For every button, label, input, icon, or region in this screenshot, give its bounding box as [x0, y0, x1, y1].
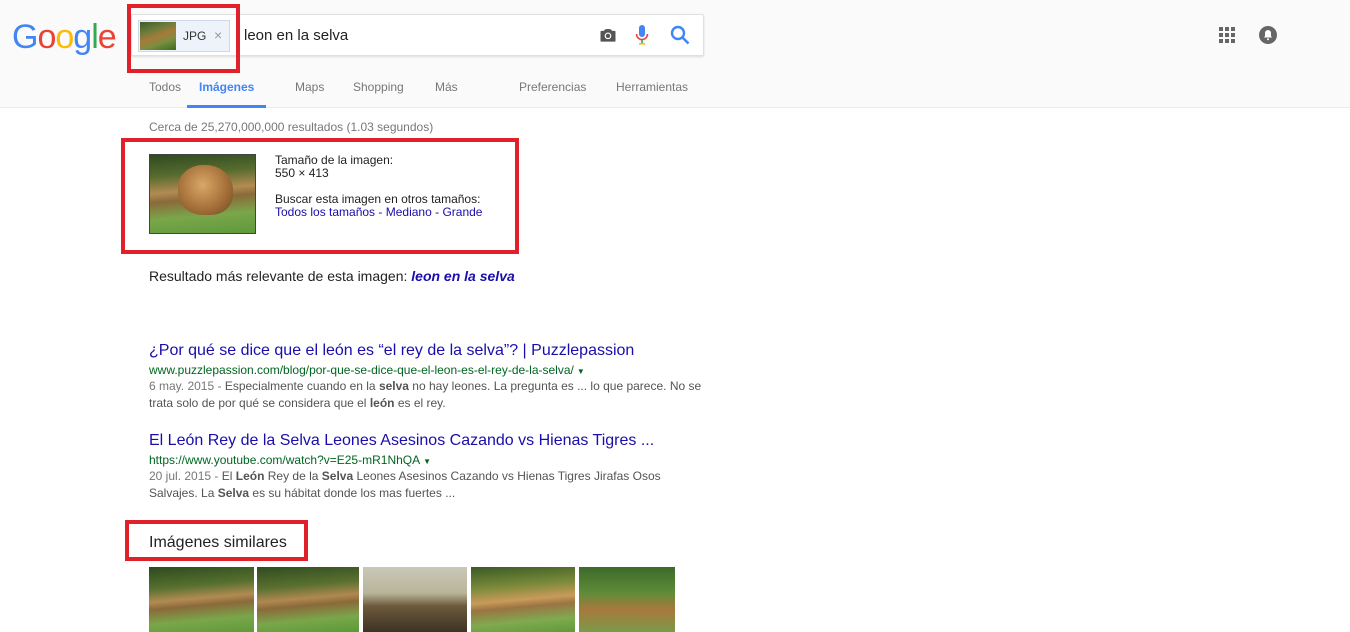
snippet-bold: selva — [378, 379, 409, 393]
result-url: www.puzzlepassion.com/blog/por-que-se-di… — [149, 363, 709, 377]
search-input[interactable]: leon en la selva — [244, 27, 348, 44]
mic-icon[interactable] — [634, 24, 650, 46]
image-size-value: 550 × 413 — [275, 166, 329, 180]
search-result: ¿Por qué se dice que el león es “el rey … — [149, 342, 709, 412]
link-large[interactable]: Grande — [442, 205, 482, 219]
snippet-text: El — [221, 469, 236, 483]
apps-grid-icon[interactable] — [1219, 27, 1235, 43]
result-snippet: 20 jul. 2015 - El León Rey de la Selva L… — [149, 468, 709, 502]
link-all-sizes[interactable]: Todos los tamaños — [275, 205, 375, 219]
camera-icon[interactable] — [598, 25, 618, 45]
snippet-bold: Selva — [321, 469, 354, 483]
separator: - — [431, 205, 443, 219]
tab-mas[interactable]: Más — [435, 80, 458, 108]
similar-image-5[interactable] — [579, 567, 675, 632]
result-url-text: www.puzzlepassion.com/blog/por-que-se-di… — [149, 363, 574, 377]
tab-todos[interactable]: Todos — [149, 80, 181, 108]
snippet-bold: Selva — [217, 486, 250, 500]
result-date: 6 may. 2015 - — [149, 379, 225, 393]
similar-image-3[interactable] — [363, 567, 467, 632]
dropdown-arrow-icon[interactable]: ▼ — [577, 367, 585, 376]
google-logo[interactable]: Google — [12, 18, 117, 57]
lion-figure — [178, 165, 233, 215]
result-title-link[interactable]: ¿Por qué se dice que el león es “el rey … — [149, 342, 709, 360]
similar-image-4[interactable] — [471, 567, 575, 632]
result-snippet: 6 may. 2015 - Especialmente cuando en la… — [149, 378, 709, 412]
notifications-icon[interactable] — [1259, 26, 1277, 44]
tab-preferencias[interactable]: Preferencias — [519, 80, 586, 108]
size-links: Todos los tamaños - Mediano - Grande — [275, 206, 482, 219]
snippet-bold: León — [235, 469, 265, 483]
tab-shopping[interactable]: Shopping — [353, 80, 404, 108]
best-guess-label: Resultado más relevante de esta imagen: — [149, 268, 408, 284]
tab-herramientas[interactable]: Herramientas — [616, 80, 688, 108]
result-date: 20 jul. 2015 - — [149, 469, 222, 483]
similar-image-2[interactable] — [257, 567, 359, 632]
result-url-text: https://www.youtube.com/watch?v=E25-mR1N… — [149, 453, 421, 467]
search-result: El León Rey de la Selva Leones Asesinos … — [149, 432, 709, 502]
query-image-thumbnail[interactable] — [149, 154, 256, 234]
highlight-box-chip — [127, 4, 240, 73]
result-title-link[interactable]: El León Rey de la Selva Leones Asesinos … — [149, 432, 709, 450]
snippet-text: Especialmente cuando en la — [224, 379, 379, 393]
similar-image-1[interactable] — [149, 567, 254, 632]
snippet-bold: león — [369, 396, 395, 410]
snippet-text: es el rey. — [394, 396, 446, 410]
best-guess: Resultado más relevante de esta imagen: … — [149, 268, 515, 284]
result-stats: Cerca de 25,270,000,000 resultados (1.03… — [149, 120, 434, 134]
search-icon[interactable] — [669, 24, 691, 46]
image-info: Tamaño de la imagen: 550 × 413 Buscar es… — [275, 154, 482, 219]
best-guess-link[interactable]: leon en la selva — [411, 268, 515, 284]
snippet-text: es su hábitat donde los mas fuertes ... — [249, 486, 456, 500]
tab-imagenes[interactable]: Imágenes — [187, 80, 267, 108]
result-url: https://www.youtube.com/watch?v=E25-mR1N… — [149, 453, 709, 467]
link-medium[interactable]: Mediano — [386, 205, 432, 219]
dropdown-arrow-icon[interactable]: ▼ — [423, 457, 431, 466]
similar-images-heading[interactable]: Imágenes similares — [149, 534, 287, 552]
separator: - — [375, 205, 386, 219]
snippet-text: Rey de la — [264, 469, 322, 483]
tab-maps[interactable]: Maps — [295, 80, 324, 108]
